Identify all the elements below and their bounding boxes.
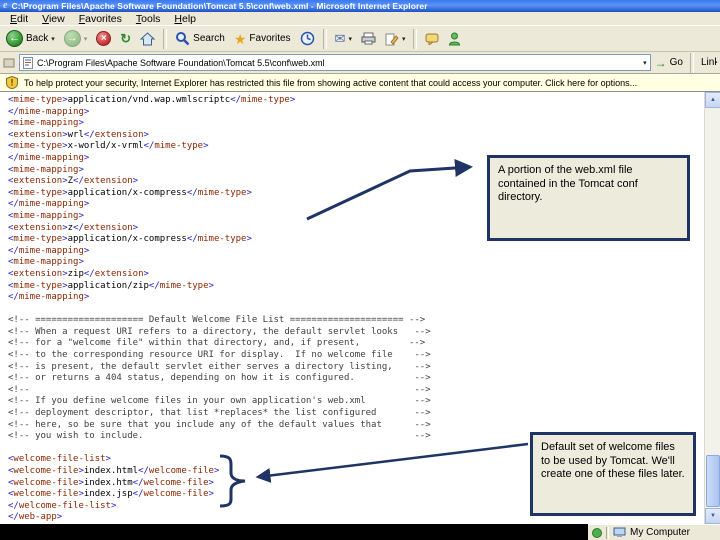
scroll-up-button[interactable]: ▲ <box>705 92 720 108</box>
ie-logo-icon: e <box>3 0 8 11</box>
favorites-button[interactable]: ★ Favorites <box>230 31 295 47</box>
xml-line: <!-- When a request URI refers to a dire… <box>8 326 431 337</box>
toolbar-separator <box>163 28 168 49</box>
information-bar[interactable]: ! To help protect your security, Interne… <box>0 74 720 92</box>
discuss-icon <box>425 33 439 45</box>
xml-line: <mime-type>x-world/x-vrml</mime-type> <box>8 141 209 152</box>
refresh-icon: ↻ <box>120 31 132 46</box>
forward-button[interactable]: → ▾ <box>60 29 92 48</box>
toolbar-separator <box>413 28 418 49</box>
edit-icon <box>385 33 399 45</box>
xml-line: <!-- deployment descriptor, that list *r… <box>8 408 431 419</box>
annotation-text-welcome-files: Default set of welcome files to be used … <box>541 441 685 480</box>
menu-tools[interactable]: Tools <box>129 13 168 25</box>
window-title: C:\Program Files\Apache Software Foundat… <box>11 1 428 11</box>
xml-line: <mime-mapping> <box>8 257 84 268</box>
address-bar-icon <box>3 58 15 67</box>
home-button[interactable] <box>136 31 159 47</box>
address-input[interactable]: C:\Program Files\Apache Software Foundat… <box>19 54 651 71</box>
ie-window: e C:\Program Files\Apache Software Found… <box>0 0 720 540</box>
xml-line: <mime-type>application/vnd.wap.wmlscript… <box>8 95 296 105</box>
infobar-text: To help protect your security, Internet … <box>24 77 638 88</box>
annotation-text-webxml: A portion of the web.xml file contained … <box>498 164 638 203</box>
edit-button[interactable]: ▾ <box>381 31 410 47</box>
page-content: <mime-type>application/vnd.wap.wmlscript… <box>0 92 720 524</box>
xml-line: <!-- to the corresponding resource URI f… <box>8 350 431 361</box>
toolbar-separator <box>322 28 327 49</box>
status-separator <box>606 526 609 539</box>
discuss-button[interactable] <box>421 32 443 46</box>
stop-button[interactable]: × <box>92 30 115 47</box>
xml-line <box>8 304 704 316</box>
go-label: Go <box>669 57 683 68</box>
back-button[interactable]: ← Back ▾ <box>2 29 59 48</box>
xml-page-icon <box>23 56 33 69</box>
security-shield-icon: ! <box>6 76 18 89</box>
print-icon <box>361 32 376 45</box>
status-zone-label: My Computer <box>630 527 691 538</box>
vertical-scrollbar[interactable]: ▲ ▼ <box>704 92 720 524</box>
annotation-box-webxml: A portion of the web.xml file contained … <box>487 155 690 241</box>
refresh-button[interactable]: ↻ <box>116 31 135 46</box>
status-zone-panel: My Computer <box>588 524 720 540</box>
go-arrow-icon: → <box>654 55 667 70</box>
menu-bar: Edit View Favorites Tools Help <box>0 12 720 26</box>
xml-line: <!-- If you define welcome files in your… <box>8 396 431 407</box>
xml-line: <!-- is present, the default servlet eit… <box>8 361 431 372</box>
search-button[interactable]: Search <box>171 30 229 47</box>
mail-dropdown-icon[interactable]: ▾ <box>348 35 352 43</box>
search-icon <box>176 32 190 46</box>
stop-icon: × <box>96 31 112 46</box>
status-bar: My Computer <box>0 524 720 540</box>
my-computer-icon <box>613 527 626 537</box>
title-bar[interactable]: e C:\Program Files\Apache Software Found… <box>0 0 720 12</box>
edit-dropdown-icon[interactable]: ▾ <box>402 35 406 43</box>
toolbar: ← Back ▾ → ▾ × ↻ Search ★ Favorites ✉ ▾ … <box>0 26 720 52</box>
go-button[interactable]: → Go <box>655 56 683 70</box>
menu-edit[interactable]: Edit <box>3 13 35 25</box>
xml-line: <!-- or returns a 404 status, depending … <box>8 373 431 384</box>
xml-line: <mime-mapping> <box>8 118 84 129</box>
favorites-label: Favorites <box>249 33 291 44</box>
scroll-down-button[interactable]: ▼ <box>705 508 720 524</box>
mail-icon: ✉ <box>334 31 346 46</box>
xml-line: </mime-mapping> <box>8 292 90 303</box>
forward-dropdown-icon: ▾ <box>83 35 88 43</box>
home-icon <box>140 31 156 45</box>
xml-line: <!-- ==================== Default Welcom… <box>8 315 426 326</box>
menu-favorites[interactable]: Favorites <box>72 13 129 25</box>
back-dropdown-icon[interactable]: ▾ <box>51 35 55 43</box>
back-icon: ← <box>6 30 23 47</box>
xml-line: </mime-mapping> <box>8 245 90 256</box>
messenger-button[interactable] <box>444 31 465 47</box>
xml-line: <extension>wrl</extension> <box>8 129 149 140</box>
annotation-box-welcome-files: Default set of welcome files to be used … <box>530 432 696 516</box>
status-zone-icon <box>592 527 602 538</box>
scroll-thumb[interactable] <box>706 455 720 507</box>
search-label: Search <box>193 33 225 44</box>
xml-line: <mime-type>application/zip</mime-type> <box>8 280 214 291</box>
address-value: C:\Program Files\Apache Software Foundat… <box>37 57 325 68</box>
address-dropdown-icon[interactable]: ▾ <box>643 59 647 67</box>
messenger-icon <box>449 32 461 45</box>
history-button[interactable] <box>296 30 319 47</box>
back-label: Back <box>26 33 49 44</box>
xml-line: <!-- --> <box>8 384 431 395</box>
forward-icon: → <box>63 30 81 47</box>
xml-line: <!-- here, so be sure that you include a… <box>8 419 431 430</box>
xml-line: </mime-mapping> <box>8 106 90 117</box>
favorites-star-icon: ★ <box>233 30 247 47</box>
links-label[interactable]: Links <box>701 57 717 68</box>
xml-line: <extension>zip</extension> <box>8 268 149 279</box>
history-icon <box>300 31 314 46</box>
print-button[interactable] <box>357 31 380 46</box>
menu-view[interactable]: View <box>35 13 72 25</box>
xml-line: <!-- for a "welcome file" within that di… <box>8 338 426 349</box>
menu-help[interactable]: Help <box>167 13 203 25</box>
address-bar: C:\Program Files\Apache Software Foundat… <box>0 52 720 74</box>
svg-text:!: ! <box>11 78 14 88</box>
mail-button[interactable]: ✉ ▾ <box>331 31 356 46</box>
addressbar-separator <box>690 52 694 73</box>
